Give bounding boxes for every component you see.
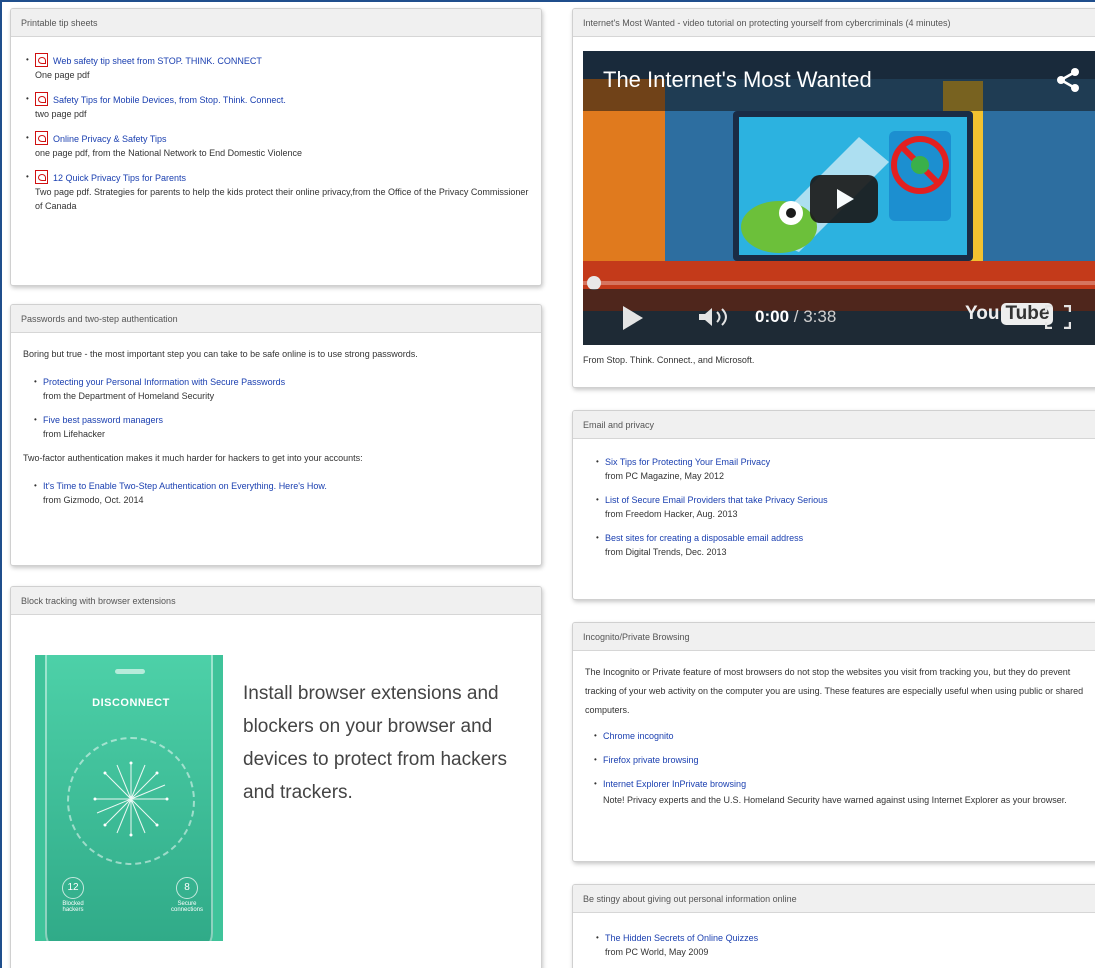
burst-icon xyxy=(93,761,169,837)
list-item: Internet Explorer InPrivate browsing Not… xyxy=(591,776,1087,808)
list-item: Web safety tip sheet from STOP. THINK. C… xyxy=(23,53,529,82)
item-note: Two page pdf. Strategies for parents to … xyxy=(35,187,529,211)
block-tracking-panel: Block tracking with browser extensions D… xyxy=(10,586,542,968)
install-extensions-text: Install browser extensions and blockers … xyxy=(243,683,507,803)
intro-text-2: Two-factor authentication makes it much … xyxy=(23,453,363,463)
printable-tip-sheets-panel: Printable tip sheets Web safety tip shee… xyxy=(10,8,542,286)
stat-blocked-label: Blocked hackers xyxy=(62,901,84,913)
personal-info-links: The Hidden Secrets of Online Quizzes fro… xyxy=(593,931,1087,959)
item-note: from Lifehacker xyxy=(43,429,106,439)
personal-info-panel: Be stingy about giving out personal info… xyxy=(572,884,1095,968)
youtube-logo[interactable]: You Tube xyxy=(965,303,1054,325)
video-panel: Internet's Most Wanted - video tutorial … xyxy=(572,8,1095,388)
play-control-icon[interactable] xyxy=(623,306,643,330)
play-button[interactable] xyxy=(810,175,878,223)
password-links: Protecting your Personal Information wit… xyxy=(23,375,529,441)
fullscreen-icon[interactable] xyxy=(1045,305,1071,329)
pdf-icon xyxy=(35,53,48,67)
panel-header: Email and privacy xyxy=(573,411,1095,439)
stat-secure: 8 Secure connections xyxy=(169,877,205,913)
video-progress-bar[interactable] xyxy=(583,281,1095,285)
two-factor-links: It's Time to Enable Two-Step Authenticat… xyxy=(23,479,529,507)
volume-icon[interactable] xyxy=(699,307,739,327)
incognito-links: Chrome incognito Firefox private browsin… xyxy=(585,728,1087,808)
list-item: Protecting your Personal Information wit… xyxy=(31,375,529,403)
link-secure-email-providers[interactable]: List of Secure Email Providers that take… xyxy=(605,495,828,505)
link-web-safety-tip-sheet[interactable]: Web safety tip sheet from STOP. THINK. C… xyxy=(53,56,262,66)
stat-blocked: 12 Blocked hackers xyxy=(55,877,91,913)
item-note: one page pdf, from the National Network … xyxy=(35,148,302,158)
item-note: Note! Privacy experts and the U.S. Homel… xyxy=(603,795,1067,805)
printable-list: Web safety tip sheet from STOP. THINK. C… xyxy=(23,53,529,213)
list-item: 12 Quick Privacy Tips for Parents Two pa… xyxy=(23,170,529,213)
pdf-icon xyxy=(35,92,48,106)
link-two-step-auth[interactable]: It's Time to Enable Two-Step Authenticat… xyxy=(43,481,327,491)
panel-header: Be stingy about giving out personal info… xyxy=(573,885,1095,913)
pdf-icon xyxy=(35,131,48,145)
list-item: The Hidden Secrets of Online Quizzes fro… xyxy=(593,931,1087,959)
list-item: Online Privacy & Safety Tips one page pd… xyxy=(23,131,529,160)
phone-app-label: DISCONNECT xyxy=(92,697,170,709)
video-title[interactable]: The Internet's Most Wanted xyxy=(603,67,872,93)
video-controls-bar: 0:00 / 3:38 You Tube xyxy=(583,289,1095,345)
panel-header: Block tracking with browser extensions xyxy=(11,587,541,615)
item-note: two page pdf xyxy=(35,109,87,119)
item-note: from PC World, May 2009 xyxy=(605,947,709,957)
link-online-quizzes[interactable]: The Hidden Secrets of Online Quizzes xyxy=(605,933,758,943)
time-current: 0:00 xyxy=(755,307,790,326)
panel-header: Internet's Most Wanted - video tutorial … xyxy=(573,9,1095,37)
panel-header: Incognito/Private Browsing xyxy=(573,623,1095,651)
panel-header: Passwords and two-step authentication xyxy=(11,305,541,333)
item-note: from PC Magazine, May 2012 xyxy=(605,471,725,481)
list-item: Five best password managers from Lifehac… xyxy=(31,413,529,441)
video-time: 0:00 / 3:38 xyxy=(755,307,836,327)
link-disposable-email[interactable]: Best sites for creating a disposable ema… xyxy=(605,533,803,543)
youtube-video-player[interactable]: The Internet's Most Wanted 0:00 / 3:38 Y… xyxy=(583,51,1095,345)
incognito-panel: Incognito/Private Browsing The Incognito… xyxy=(572,622,1095,862)
link-chrome-incognito[interactable]: Chrome incognito xyxy=(603,731,674,741)
item-note: One page pdf xyxy=(35,70,90,80)
list-item: Six Tips for Protecting Your Email Priva… xyxy=(593,455,1087,483)
link-email-privacy-tips[interactable]: Six Tips for Protecting Your Email Priva… xyxy=(605,457,770,467)
share-icon[interactable] xyxy=(1055,67,1081,93)
list-item: Firefox private browsing xyxy=(591,752,1087,768)
panel-header: Printable tip sheets xyxy=(11,9,541,37)
pdf-icon xyxy=(35,170,48,184)
link-password-managers[interactable]: Five best password managers xyxy=(43,415,163,425)
intro-text: Boring but true - the most important ste… xyxy=(23,349,418,359)
stat-blocked-number: 12 xyxy=(62,877,84,899)
progress-scrubber-handle[interactable] xyxy=(587,276,601,290)
email-links: Six Tips for Protecting Your Email Priva… xyxy=(593,455,1087,559)
list-item: Safety Tips for Mobile Devices, from Sto… xyxy=(23,92,529,121)
time-total: / 3:38 xyxy=(793,307,837,326)
list-item: Chrome incognito xyxy=(591,728,1087,744)
link-firefox-private[interactable]: Firefox private browsing xyxy=(603,755,699,765)
link-privacy-tips-parents[interactable]: 12 Quick Privacy Tips for Parents xyxy=(53,173,186,183)
item-note: from Freedom Hacker, Aug. 2013 xyxy=(605,509,738,519)
item-note: from Gizmodo, Oct. 2014 xyxy=(43,495,144,505)
disconnect-app-image[interactable]: DISCONNECT 12 Blocked hackers 8 Secure c… xyxy=(35,655,223,941)
stat-secure-label: Secure connections xyxy=(170,901,204,913)
link-online-privacy-safety[interactable]: Online Privacy & Safety Tips xyxy=(53,134,167,144)
passwords-panel: Passwords and two-step authentication Bo… xyxy=(10,304,542,566)
video-caption: From Stop. Think. Connect., and Microsof… xyxy=(583,355,755,365)
list-item: Best sites for creating a disposable ema… xyxy=(593,531,1087,559)
phone-speaker xyxy=(115,669,145,674)
stat-secure-number: 8 xyxy=(176,877,198,899)
list-item: It's Time to Enable Two-Step Authenticat… xyxy=(31,479,529,507)
item-note: from the Department of Homeland Security xyxy=(43,391,215,401)
youtube-logo-you: You xyxy=(965,303,1000,324)
incognito-intro: The Incognito or Private feature of most… xyxy=(585,667,1084,715)
link-ie-inprivate[interactable]: Internet Explorer InPrivate browsing xyxy=(603,779,746,789)
list-item: List of Secure Email Providers that take… xyxy=(593,493,1087,521)
link-mobile-safety-tips[interactable]: Safety Tips for Mobile Devices, from Sto… xyxy=(53,95,286,105)
phone-illustration: DISCONNECT 12 Blocked hackers 8 Secure c… xyxy=(45,655,213,941)
item-note: from Digital Trends, Dec. 2013 xyxy=(605,547,727,557)
email-privacy-panel: Email and privacy Six Tips for Protectin… xyxy=(572,410,1095,600)
link-secure-passwords[interactable]: Protecting your Personal Information wit… xyxy=(43,377,285,387)
